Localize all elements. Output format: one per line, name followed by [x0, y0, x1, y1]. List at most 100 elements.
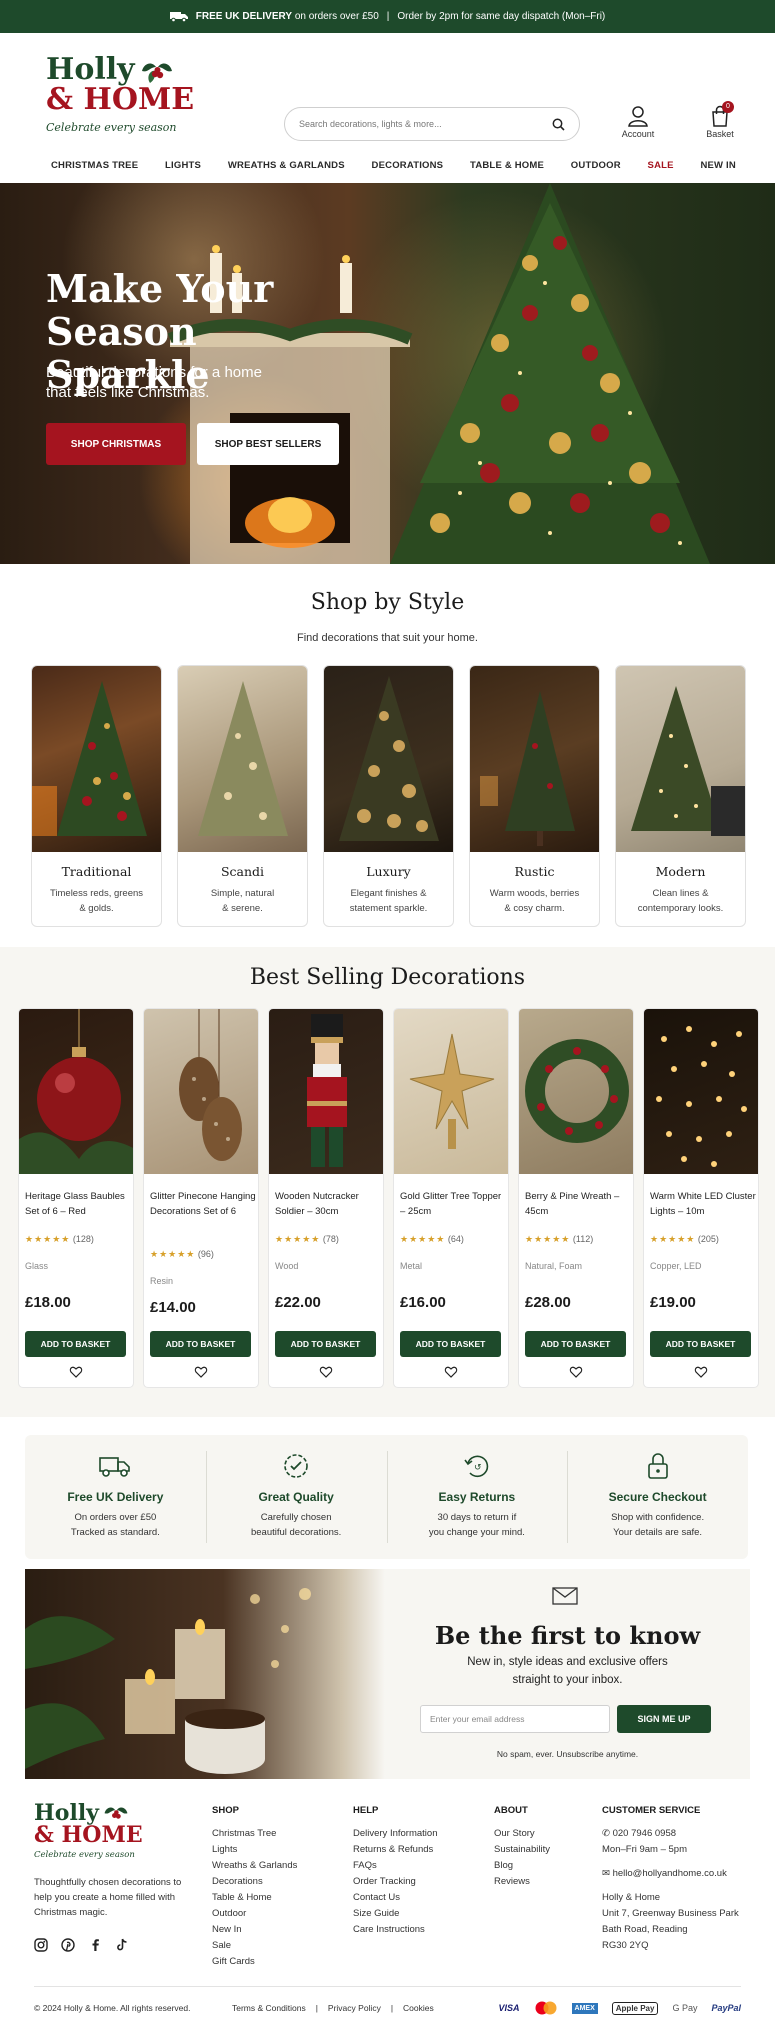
features-section: Free UK Delivery On orders over £50 Track…	[0, 1417, 775, 1587]
footer-link[interactable]: Sustainability	[494, 1842, 550, 1858]
nav-new-in[interactable]: NEW IN	[700, 160, 736, 171]
brand-logo[interactable]: Holly & HOME Celebrate every season	[46, 55, 194, 135]
product-name[interactable]: Warm White LED Cluster Lights – 10m	[650, 1189, 756, 1219]
footer-link[interactable]: Christmas Tree	[212, 1826, 297, 1842]
shop-by-style-section: Shop by Style Find decorations that suit…	[0, 564, 775, 947]
footer-link[interactable]: Decorations	[212, 1874, 297, 1890]
amex-icon: AMEX	[571, 2002, 598, 2014]
product-card[interactable]: Warm White LED Cluster Lights – 10m ★★★★…	[643, 1008, 759, 1388]
product-card[interactable]: Berry & Pine Wreath – 45cm ★★★★★ (112) N…	[518, 1008, 634, 1388]
style-card-modern[interactable]: Modern Clean lines & contemporary looks.	[615, 665, 746, 927]
style-card-luxury[interactable]: Luxury Elegant finishes & statement spark…	[323, 665, 454, 927]
search-icon[interactable]	[552, 118, 565, 131]
search-bar[interactable]: Search decorations, lights & more...	[284, 107, 580, 141]
email-input[interactable]: Enter your email address	[420, 1705, 610, 1733]
footer-link[interactable]: Returns & Refunds	[353, 1842, 437, 1858]
nav-lights[interactable]: LIGHTS	[165, 160, 201, 171]
footer-link[interactable]: New In	[212, 1922, 297, 1938]
add-to-basket-button[interactable]: ADD TO BASKET	[650, 1331, 751, 1357]
shop-best-sellers-button[interactable]: SHOP BEST SELLERS	[197, 423, 339, 465]
instagram-icon[interactable]	[34, 1938, 48, 1952]
product-rating: ★★★★★ (96)	[150, 1249, 214, 1259]
product-image-tree-topper	[394, 1009, 508, 1174]
rating-stars: ★★★★★	[150, 1249, 196, 1259]
style-name-luxury: Luxury	[366, 864, 411, 879]
product-image-lights	[644, 1009, 758, 1174]
nav-outdoor[interactable]: OUTDOOR	[571, 160, 621, 171]
hero-title-line1: Make Your	[46, 266, 274, 311]
site-footer: Holly & HOME Celebrate every season Thou…	[0, 1790, 775, 2029]
heart-icon[interactable]	[319, 1365, 333, 1379]
footer-logo-tagline: Celebrate every season	[34, 1850, 135, 1860]
product-card[interactable]: Wooden Nutcracker Soldier – 30cm ★★★★★ (…	[268, 1008, 384, 1388]
heart-icon[interactable]	[444, 1365, 458, 1379]
feature-easy-returns: ↺ Easy Returns 30 days to return if you c…	[386, 1435, 568, 1559]
product-name[interactable]: Wooden Nutcracker Soldier – 30cm	[275, 1189, 381, 1219]
footer-link[interactable]: Outdoor	[212, 1906, 297, 1922]
email-address[interactable]: ✉ hello@hollyandhome.co.uk	[602, 1866, 752, 1882]
rating-stars: ★★★★★	[650, 1234, 696, 1244]
heart-icon[interactable]	[194, 1365, 208, 1379]
nav-wreaths-garlands[interactable]: WREATHS & GARLANDS	[228, 160, 345, 171]
cookies-link[interactable]: Cookies	[403, 2003, 434, 2013]
heart-icon[interactable]	[69, 1365, 83, 1379]
terms-link[interactable]: Terms & Conditions	[232, 2003, 306, 2013]
best-selling-title: Best Selling Decorations	[249, 965, 526, 990]
footer-link[interactable]: Reviews	[494, 1874, 550, 1890]
footer-logo[interactable]: Holly & HOME Celebrate every season	[34, 1802, 143, 1860]
tiktok-icon[interactable]	[115, 1938, 129, 1952]
nav-table-home[interactable]: TABLE & HOME	[470, 160, 544, 171]
footer-link[interactable]: Size Guide	[353, 1906, 437, 1922]
style-card-traditional[interactable]: Traditional Timeless reds, greens & golds…	[31, 665, 162, 927]
footer-link[interactable]: Wreaths & Garlands	[212, 1858, 297, 1874]
quality-badge-icon	[284, 1454, 308, 1478]
add-to-basket-button[interactable]: ADD TO BASKET	[525, 1331, 626, 1357]
footer-link[interactable]: FAQs	[353, 1858, 437, 1874]
footer-link[interactable]: Our Story	[494, 1826, 550, 1842]
legal-divider: |	[390, 2003, 394, 2013]
footer-link[interactable]: Lights	[212, 1842, 297, 1858]
basket-link[interactable]: 0 Basket	[700, 101, 740, 139]
add-to-basket-button[interactable]: ADD TO BASKET	[150, 1331, 251, 1357]
add-to-basket-button[interactable]: ADD TO BASKET	[275, 1331, 376, 1357]
nav-decorations[interactable]: DECORATIONS	[372, 160, 444, 171]
footer-link[interactable]: Care Instructions	[353, 1922, 437, 1938]
search-input[interactable]: Search decorations, lights & more...	[299, 119, 442, 129]
footer-link[interactable]: Contact Us	[353, 1890, 437, 1906]
nav-sale[interactable]: SALE	[648, 160, 674, 171]
heart-icon[interactable]	[694, 1365, 708, 1379]
phone-number[interactable]: ✆ 020 7946 0958	[602, 1826, 752, 1842]
product-card[interactable]: Glitter Pinecone Hanging Decorations Set…	[143, 1008, 259, 1388]
product-name[interactable]: Gold Glitter Tree Topper – 25cm	[400, 1189, 506, 1219]
sign-me-up-button[interactable]: SIGN ME UP	[617, 1705, 711, 1733]
facebook-icon[interactable]	[88, 1938, 102, 1952]
rating-stars: ★★★★★	[25, 1234, 71, 1244]
product-card[interactable]: Gold Glitter Tree Topper – 25cm ★★★★★ (6…	[393, 1008, 509, 1388]
footer-link[interactable]: Order Tracking	[353, 1874, 437, 1890]
product-name[interactable]: Glitter Pinecone Hanging Decorations Set…	[150, 1189, 256, 1219]
shop-christmas-button[interactable]: SHOP CHRISTMAS	[46, 423, 186, 465]
footer-link[interactable]: Sale	[212, 1938, 297, 1954]
product-grid: Heritage Glass Baubles Set of 6 – Red ★★…	[18, 1008, 759, 1388]
style-cards: Traditional Timeless reds, greens & golds…	[31, 665, 746, 927]
product-name[interactable]: Berry & Pine Wreath – 45cm	[525, 1189, 631, 1219]
user-icon	[628, 106, 648, 127]
pinterest-icon[interactable]	[61, 1938, 75, 1952]
svg-text:↺: ↺	[474, 1463, 482, 1473]
account-link[interactable]: Account	[616, 105, 660, 139]
add-to-basket-button[interactable]: ADD TO BASKET	[400, 1331, 501, 1357]
add-to-basket-button[interactable]: ADD TO BASKET	[25, 1331, 126, 1357]
nav-christmas-tree[interactable]: CHRISTMAS TREE	[51, 160, 138, 171]
product-name[interactable]: Heritage Glass Baubles Set of 6 – Red	[25, 1189, 131, 1219]
privacy-link[interactable]: Privacy Policy	[328, 2003, 381, 2013]
style-card-scandi[interactable]: Scandi Simple, natural & serene.	[177, 665, 308, 927]
style-card-rustic[interactable]: Rustic Warm woods, berries & cosy charm.	[469, 665, 600, 927]
product-card[interactable]: Heritage Glass Baubles Set of 6 – Red ★★…	[18, 1008, 134, 1388]
footer-link[interactable]: Blog	[494, 1858, 550, 1874]
footer-link[interactable]: Gift Cards	[212, 1954, 297, 1970]
footer-link[interactable]: Table & Home	[212, 1890, 297, 1906]
heart-icon[interactable]	[569, 1365, 583, 1379]
address-line: RG30 2YQ	[602, 1940, 649, 1951]
footer-link[interactable]: Delivery Information	[353, 1826, 437, 1842]
style-image-scandi	[178, 666, 307, 852]
